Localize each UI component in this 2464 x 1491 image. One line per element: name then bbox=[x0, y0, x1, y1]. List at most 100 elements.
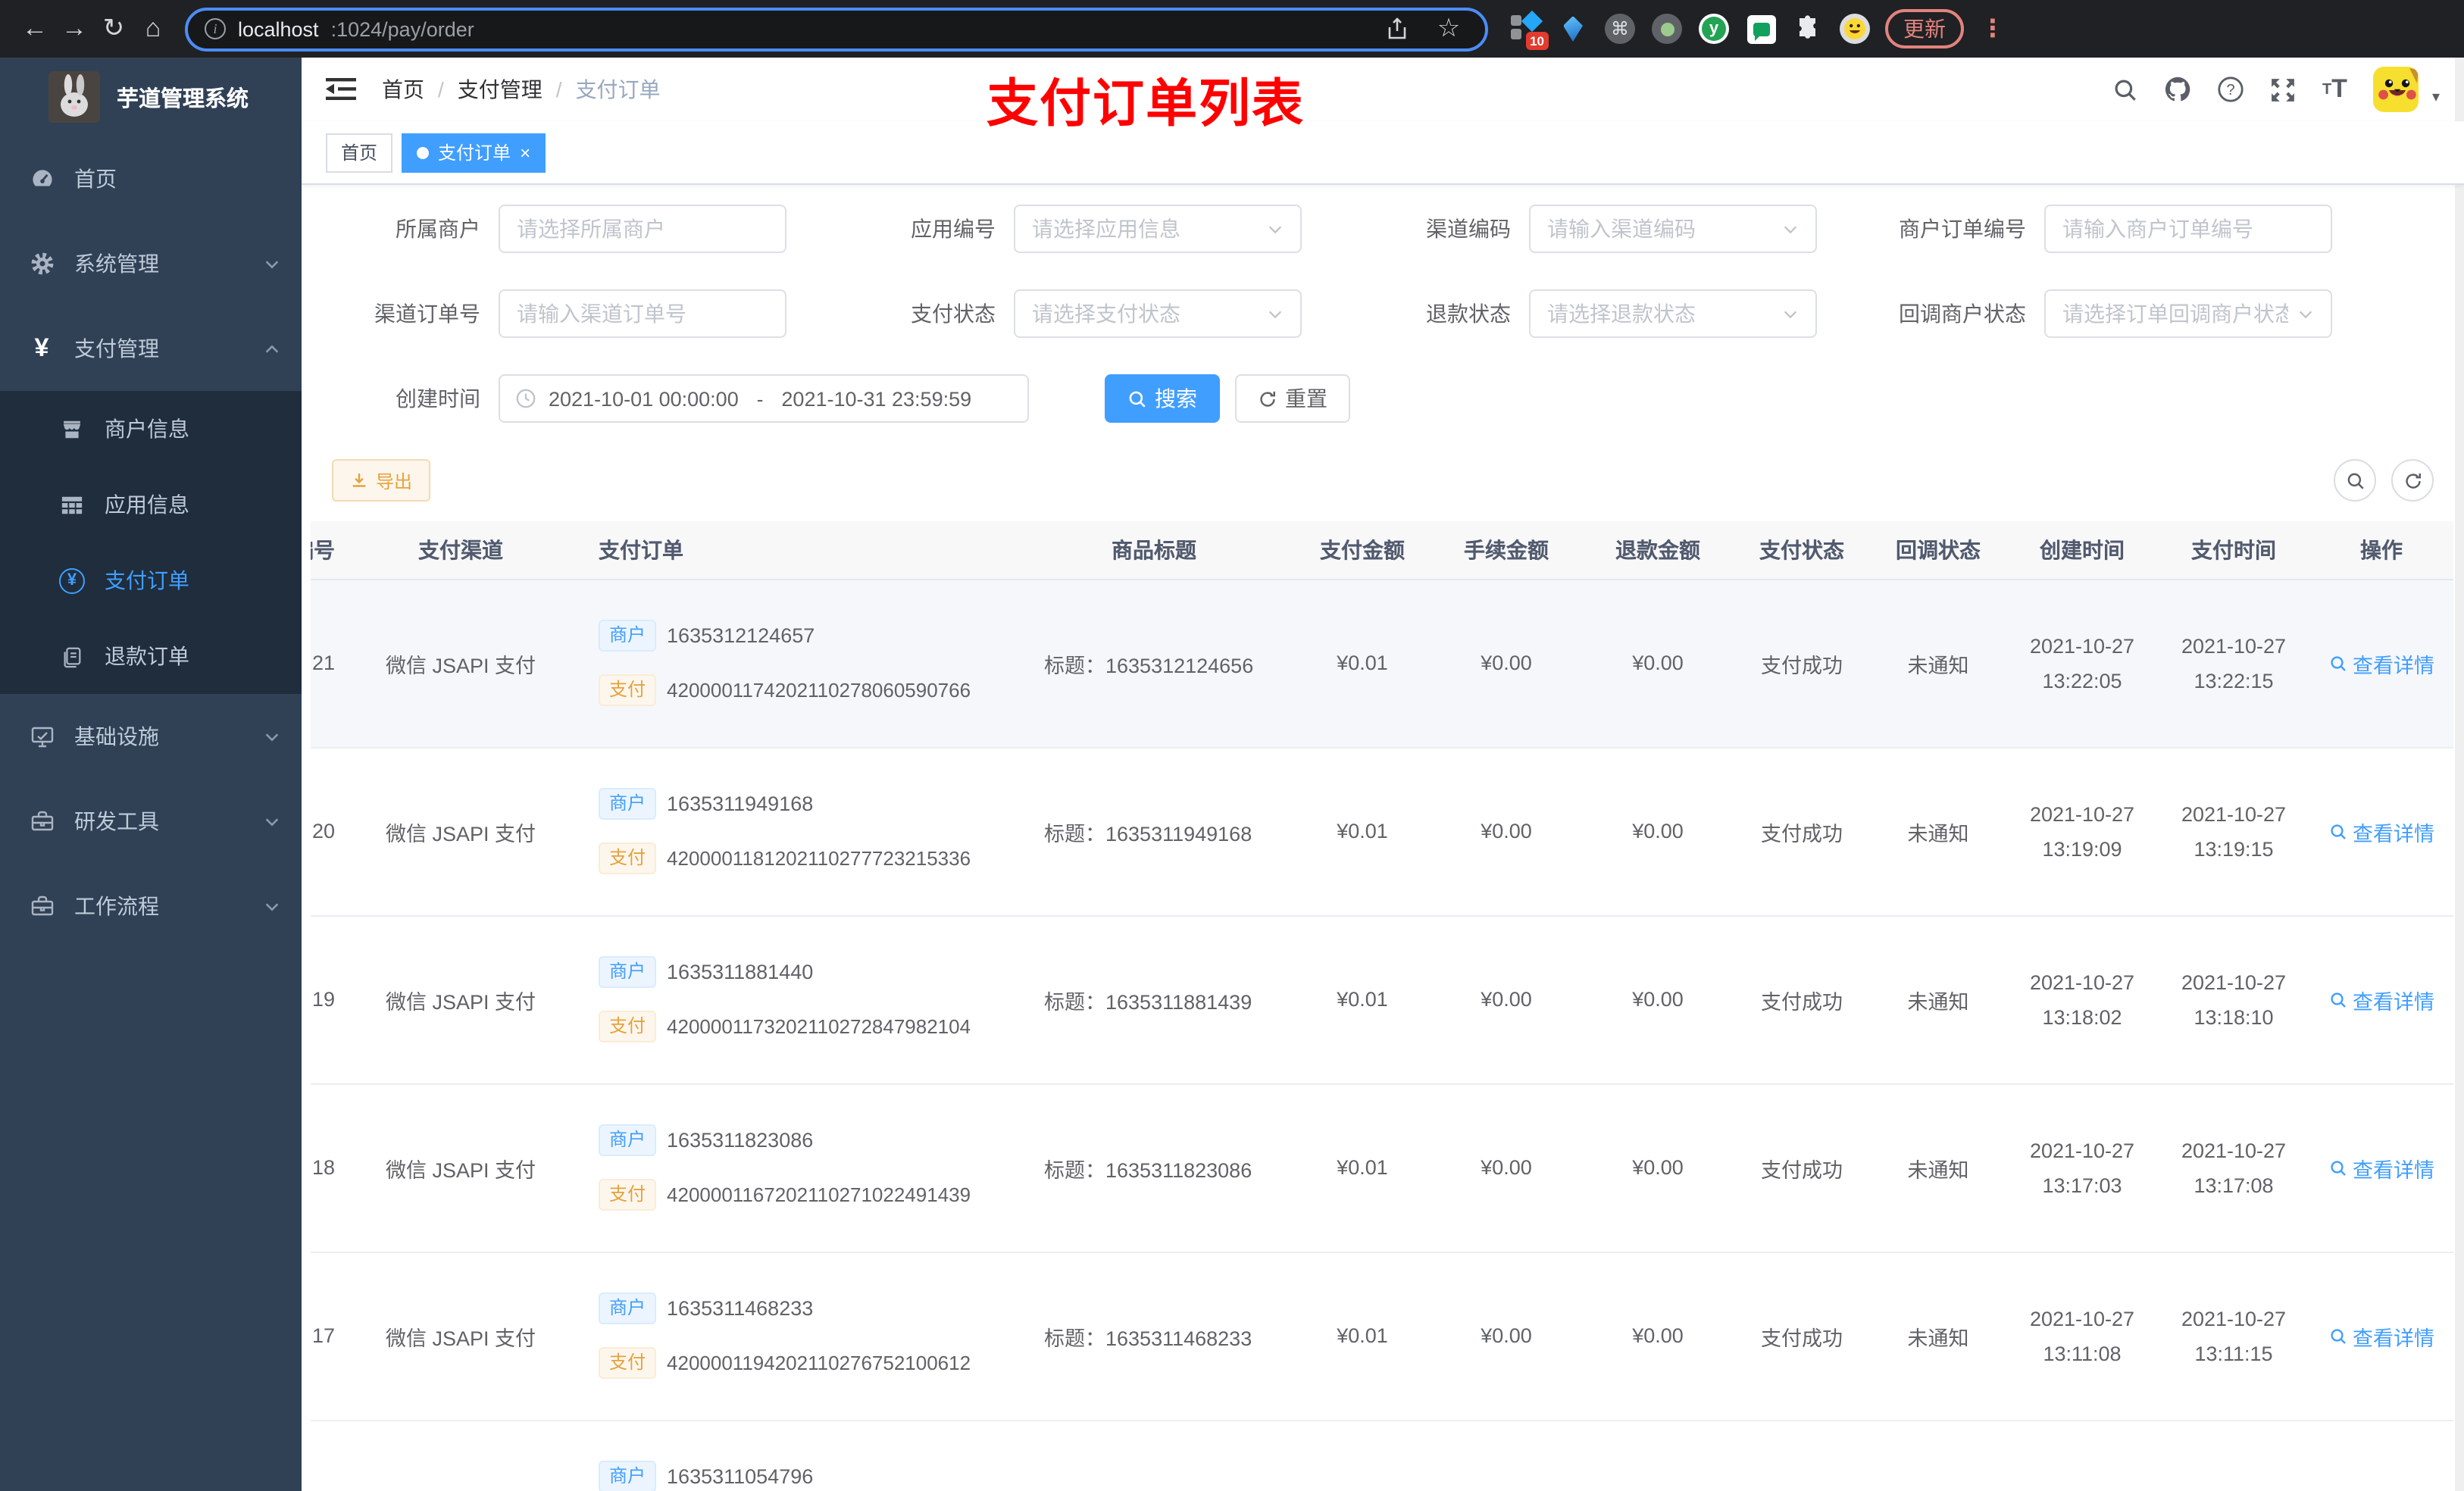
y-extension-icon[interactable]: y bbox=[1697, 12, 1731, 45]
reset-button[interactable]: 重置 bbox=[1235, 374, 1350, 423]
product-title-cell: 标题：1635311823086 bbox=[1014, 1083, 1294, 1252]
filter-merchant-order-no: 商户订单编号 请输入商户订单编号 bbox=[1878, 205, 2332, 253]
sidebar-item-workflow[interactable]: 工作流程 bbox=[0, 864, 302, 949]
filter-refund-status: 退款状态 请选择退款状态 bbox=[1362, 289, 1817, 338]
browser-menu-icon[interactable]: ⋮ bbox=[1981, 14, 2005, 44]
pay-time-cell: 2021-10-27 13:22:15 bbox=[2158, 579, 2309, 748]
fullscreen-icon[interactable] bbox=[2271, 77, 2297, 102]
breadcrumb-payment[interactable]: 支付管理 bbox=[458, 74, 543, 105]
command-extension-icon[interactable]: ⌘ bbox=[1603, 12, 1637, 45]
home-icon[interactable]: ⌂ bbox=[133, 9, 173, 48]
column-header: 支付状态 bbox=[1734, 521, 1870, 580]
kite-extension-icon[interactable] bbox=[1556, 12, 1590, 45]
callback-status-select[interactable]: 请选择订单回调商户状态 bbox=[2044, 289, 2332, 338]
puzzle-extensions-icon[interactable] bbox=[1791, 12, 1825, 45]
site-info-icon[interactable]: i bbox=[205, 18, 226, 39]
tag-label: 首页 bbox=[341, 142, 378, 164]
address-bar[interactable]: i localhost:1024/pay/order ☆ bbox=[185, 7, 1488, 51]
emoji-extension-icon[interactable] bbox=[1838, 12, 1871, 45]
sidebar-item-infrastructure[interactable]: 基础设施 bbox=[0, 694, 302, 779]
pay-amount-cell bbox=[1294, 1420, 1431, 1491]
merchant-tag: 商户 bbox=[599, 956, 657, 988]
view-detail-link[interactable]: 查看详情 bbox=[2328, 1321, 2434, 1351]
chevron-up-icon bbox=[264, 340, 280, 357]
vertical-scrollbar[interactable] bbox=[2455, 58, 2464, 1491]
sidebar-item-merchant-info[interactable]: 商户信息 bbox=[0, 391, 302, 467]
pay-time-cell: 2021-10-27 13:11:15 bbox=[2158, 1252, 2309, 1421]
channel-pay-no: 4200001174202110278060590766 bbox=[667, 679, 971, 702]
recorder-extension-icon[interactable] bbox=[1650, 12, 1684, 45]
merchant-tag: 商户 bbox=[599, 1461, 657, 1491]
notify-status-cell bbox=[1870, 1420, 2006, 1491]
create-date: 2021-10-27 bbox=[2029, 971, 2135, 993]
field-label: 退款状态 bbox=[1426, 302, 1511, 326]
app-select[interactable]: 请选择应用信息 bbox=[1014, 205, 1302, 253]
pay-status-cell: 支付成功 bbox=[1734, 1252, 1870, 1421]
sidebar-item-refund-order[interactable]: 退款订单 bbox=[0, 618, 302, 694]
reload-icon[interactable]: ↻ bbox=[94, 9, 133, 48]
refresh-button[interactable] bbox=[2391, 459, 2434, 502]
sidebar-item-dev-tools[interactable]: 研发工具 bbox=[0, 779, 302, 864]
chevron-down-icon bbox=[264, 728, 280, 745]
create-time-range-picker[interactable]: 2021-10-01 00:00:00 - 2021-10-31 23:59:5… bbox=[499, 374, 1029, 423]
search-button[interactable]: 搜索 bbox=[1105, 374, 1220, 423]
breadcrumb-current: 支付订单 bbox=[575, 77, 661, 102]
merchant-order-no-input[interactable]: 请输入商户订单编号 bbox=[2044, 205, 2332, 253]
refund-status-select[interactable]: 请选择退款状态 bbox=[1529, 289, 1817, 338]
placeholder-text: 请输入商户订单编号 bbox=[2062, 217, 2253, 241]
extension-blocks-icon[interactable]: 10 bbox=[1509, 10, 1549, 50]
back-icon[interactable]: ← bbox=[15, 9, 55, 48]
chevron-down-icon bbox=[1267, 220, 1284, 237]
view-detail-link[interactable]: 查看详情 bbox=[2328, 1152, 2434, 1183]
avatar-caret-icon[interactable]: ▾ bbox=[2432, 89, 2440, 105]
channel-order-no-input[interactable]: 请输入渠道订单号 bbox=[499, 289, 786, 338]
tag-home[interactable]: 首页 bbox=[326, 133, 393, 172]
breadcrumb-home[interactable]: 首页 bbox=[382, 74, 424, 105]
view-detail-link[interactable]: 查看详情 bbox=[2328, 648, 2434, 678]
update-button[interactable]: 更新 bbox=[1885, 9, 1964, 48]
chat-extension-icon[interactable] bbox=[1744, 12, 1778, 45]
filter-app: 应用编号 请选择应用信息 bbox=[847, 205, 1302, 253]
sidebar-item-app-info[interactable]: 应用信息 bbox=[0, 467, 302, 542]
merchant-tag: 商户 bbox=[599, 1124, 657, 1156]
github-icon[interactable] bbox=[2165, 76, 2192, 103]
merchant-input[interactable]: 请选择所属商户 bbox=[499, 205, 786, 253]
sidebar-collapse-icon[interactable] bbox=[326, 76, 356, 103]
sidebar-item-payment[interactable]: ¥ 支付管理 bbox=[0, 306, 302, 391]
merchant-order-no: 1635311881440 bbox=[667, 961, 814, 983]
view-detail-link[interactable]: 查看详情 bbox=[2328, 984, 2434, 1014]
action-cell: 查看详情 bbox=[2309, 747, 2453, 916]
user-avatar[interactable] bbox=[2372, 67, 2419, 112]
help-icon[interactable]: ? bbox=[2218, 76, 2245, 103]
forward-icon[interactable]: → bbox=[55, 9, 94, 48]
channel-code-select[interactable]: 请输入渠道编码 bbox=[1529, 205, 1817, 253]
pay-tag: 支付 bbox=[599, 1011, 657, 1042]
field-label: 所属商户 bbox=[396, 217, 480, 241]
font-size-icon[interactable]: TT bbox=[2322, 74, 2347, 105]
export-button[interactable]: 导出 bbox=[332, 459, 431, 502]
sidebar-item-home[interactable]: 首页 bbox=[0, 136, 302, 221]
notify-status-cell: 未通知 bbox=[1870, 915, 2006, 1084]
field-label: 渠道编码 bbox=[1426, 217, 1511, 241]
pay-status-select[interactable]: 请选择支付状态 bbox=[1014, 289, 1302, 338]
tag-label: 支付订单 bbox=[438, 142, 511, 164]
create-time-cell bbox=[2006, 1420, 2158, 1491]
chevron-down-icon bbox=[1782, 305, 1799, 322]
view-detail-link[interactable]: 查看详情 bbox=[2328, 816, 2434, 846]
pay-amount-cell: ¥0.01 bbox=[1294, 1252, 1431, 1421]
search-icon[interactable] bbox=[2113, 77, 2139, 102]
range-start-value: 2021-10-01 00:00:00 bbox=[549, 387, 739, 410]
share-icon[interactable] bbox=[1377, 9, 1417, 48]
pay-time: 13:17:08 bbox=[2194, 1174, 2274, 1196]
create-time: 13:11:08 bbox=[2043, 1342, 2122, 1364]
notify-status-cell: 未通知 bbox=[1870, 1252, 2006, 1421]
close-icon[interactable]: × bbox=[520, 143, 530, 161]
app-logo[interactable]: 芋道管理系统 bbox=[0, 58, 302, 136]
bookmark-star-icon[interactable]: ☆ bbox=[1429, 9, 1468, 48]
toggle-search-button[interactable] bbox=[2334, 459, 2376, 502]
tag-pay-order[interactable]: 支付订单 × bbox=[402, 133, 546, 172]
sidebar-item-pay-order[interactable]: ¥ 支付订单 bbox=[0, 542, 302, 618]
pay-time-cell: 2021-10-27 13:19:15 bbox=[2158, 747, 2309, 916]
sidebar-item-system[interactable]: 系统管理 bbox=[0, 221, 302, 306]
merchant-tag: 商户 bbox=[599, 620, 657, 652]
